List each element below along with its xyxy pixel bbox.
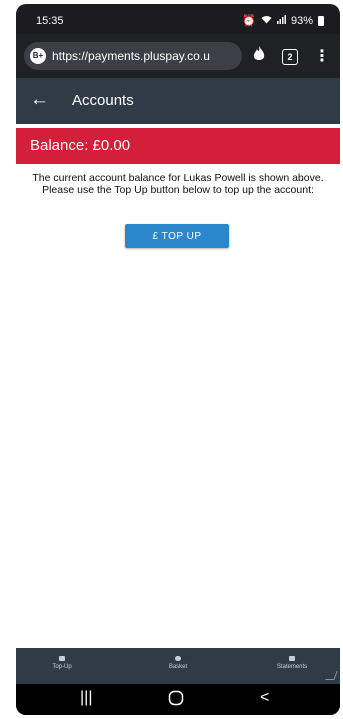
main-content: Balance: £0.00 The current account balan… bbox=[16, 124, 340, 648]
back-arrow-icon[interactable]: ← bbox=[30, 89, 49, 111]
basket-icon bbox=[175, 656, 181, 661]
resize-grip-icon[interactable] bbox=[325, 671, 338, 680]
wifi-icon bbox=[261, 15, 272, 27]
balance-banner: Balance: £0.00 bbox=[16, 128, 340, 164]
topup-icon bbox=[59, 656, 65, 661]
site-info-icon[interactable]: B+ bbox=[30, 48, 46, 64]
bottom-nav: Top-Up Basket Statements bbox=[16, 648, 340, 684]
nav-label-statements: Statements bbox=[276, 664, 308, 670]
statements-icon bbox=[289, 656, 295, 661]
signal-icon bbox=[276, 14, 286, 27]
balance-text: Balance: £0.00 bbox=[30, 137, 131, 154]
battery-icon bbox=[318, 15, 324, 26]
status-icons: ⏰ 93% bbox=[242, 14, 324, 27]
address-bar[interactable]: B+ https://payments.pluspay.co.u bbox=[24, 42, 242, 70]
battery-percent: 93% bbox=[290, 14, 313, 27]
nav-label-top-up: Top-Up bbox=[52, 664, 72, 670]
status-time: 15:35 bbox=[36, 15, 64, 27]
page-title: Accounts bbox=[72, 92, 134, 109]
status-bar: 15:35 ⏰ 93% bbox=[16, 4, 340, 34]
flame-icon[interactable] bbox=[252, 46, 266, 67]
system-navigation-bar: ||| < bbox=[16, 684, 340, 715]
tab-count-button[interactable]: 2 bbox=[282, 48, 298, 65]
nav-label-basket: Basket bbox=[168, 664, 188, 670]
nav-item-basket[interactable]: Basket bbox=[138, 648, 218, 684]
phone-frame: 15:35 ⏰ 93% B+ https://payments.pluspay.… bbox=[16, 4, 340, 715]
alarm-icon: ⏰ bbox=[242, 15, 256, 27]
app-bar: ← Accounts bbox=[16, 78, 340, 124]
recent-apps-icon[interactable]: ||| bbox=[80, 689, 92, 707]
home-icon[interactable] bbox=[168, 690, 184, 711]
browser-toolbar: B+ https://payments.pluspay.co.u 2 ⋮ bbox=[16, 34, 340, 78]
top-up-button[interactable]: £ TOP UP bbox=[125, 224, 229, 248]
more-menu-icon[interactable]: ⋮ bbox=[314, 48, 330, 64]
browser-actions: 2 ⋮ bbox=[252, 46, 330, 67]
back-nav-icon[interactable]: < bbox=[260, 689, 269, 707]
url-text[interactable]: https://payments.pluspay.co.u bbox=[52, 49, 238, 63]
nav-item-top-up[interactable]: Top-Up bbox=[22, 648, 102, 684]
balance-message: The current account balance for Lukas Po… bbox=[32, 172, 324, 196]
nav-item-statements[interactable]: Statements bbox=[252, 648, 332, 684]
